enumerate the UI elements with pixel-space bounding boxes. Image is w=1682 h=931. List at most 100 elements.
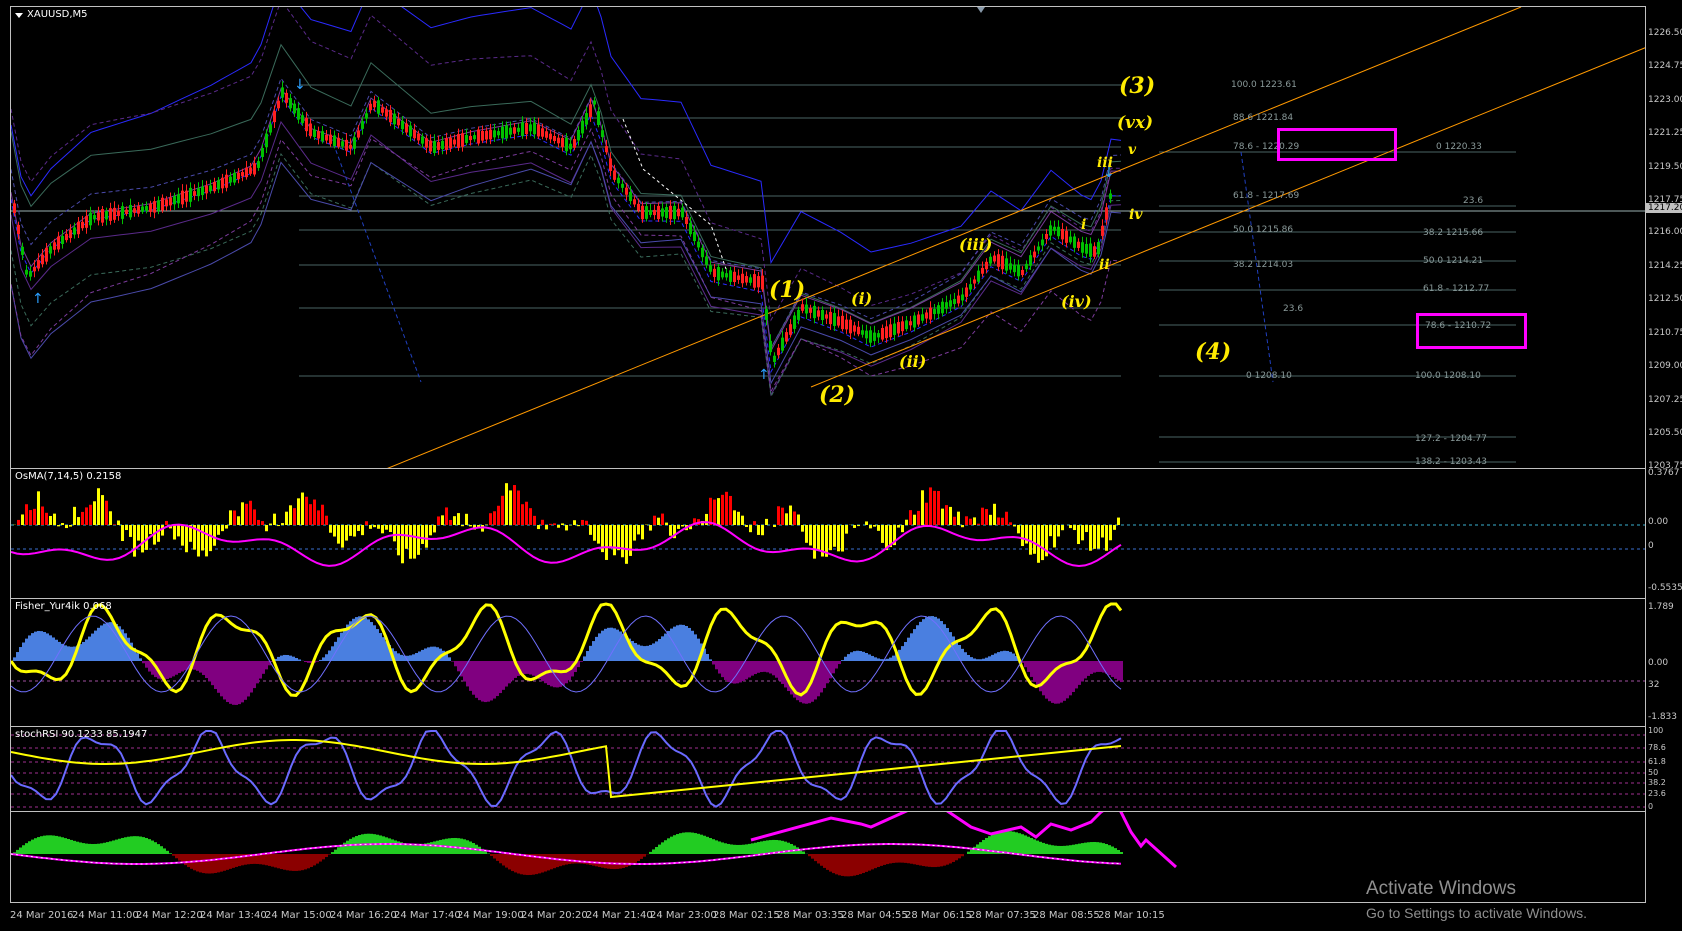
candle-body xyxy=(125,209,128,215)
histogram-bar xyxy=(1093,841,1096,854)
histogram-bar xyxy=(754,842,757,854)
histogram-bar xyxy=(1078,843,1081,854)
histogram-bar xyxy=(859,854,862,875)
fisher-bar xyxy=(766,661,769,673)
osma-bar xyxy=(1093,525,1096,549)
histogram-bar xyxy=(301,854,304,871)
fisher-bar xyxy=(175,661,178,675)
fisher-bar xyxy=(64,645,67,661)
candle-body xyxy=(981,267,984,274)
fractal-arrow-icon: ↑ xyxy=(32,291,44,307)
osma-bar xyxy=(1033,525,1036,554)
fisher-bar xyxy=(712,661,715,665)
fisher-bar xyxy=(1051,661,1054,703)
osma-bar xyxy=(1005,511,1008,525)
histogram-bar xyxy=(931,854,934,868)
candle-body xyxy=(549,133,552,140)
fib-left-100: 100.0 1223.61 xyxy=(1231,80,1297,90)
osma-bar xyxy=(809,525,812,546)
candle-body xyxy=(385,109,388,117)
fisher-bar xyxy=(430,646,433,661)
fisher-bar xyxy=(1036,661,1039,687)
osma-bar xyxy=(1097,525,1100,549)
osma-pane[interactable]: OsMA(7,14,5) 0.2158 xyxy=(10,468,1646,599)
histogram-bar xyxy=(217,854,220,873)
histogram-bar xyxy=(22,845,25,854)
candle-body xyxy=(61,235,64,245)
candle-body xyxy=(713,268,716,277)
osma-bar xyxy=(901,525,904,533)
stoch-tick: 0 xyxy=(1648,802,1654,811)
fisher-bar xyxy=(1069,661,1072,696)
time-tick: 28 Mar 08:55 xyxy=(1033,910,1100,921)
wave-label-4: (4) xyxy=(1195,339,1232,365)
symbol-dropdown-icon[interactable] xyxy=(15,13,23,18)
stochrsi-pane[interactable]: stochRSI 90.1233 85.1947 xyxy=(10,726,1646,812)
histogram-bar xyxy=(61,837,64,854)
histogram-bar xyxy=(748,843,751,854)
candle-body xyxy=(469,135,472,141)
fisher-bar xyxy=(238,661,241,705)
osma-bar xyxy=(1081,525,1084,541)
fisher-bar xyxy=(988,656,991,661)
current-price-tag: 1217.20 xyxy=(1646,203,1682,213)
osma-bar xyxy=(217,525,220,535)
histogram-bar xyxy=(568,854,571,865)
osma-bar xyxy=(397,525,400,556)
fib-left-236: 23.6 xyxy=(1283,304,1304,314)
fisher-bar xyxy=(1087,661,1090,676)
target-box-upper[interactable] xyxy=(1277,128,1397,161)
osma-bar xyxy=(829,525,832,551)
candle-body xyxy=(557,137,560,144)
osma-bar xyxy=(573,520,576,525)
fisher-bar xyxy=(865,653,868,661)
fisher-bar xyxy=(502,661,505,690)
dashed-trendline xyxy=(330,136,422,383)
histogram-bar xyxy=(1018,833,1021,854)
fisher-bar xyxy=(991,654,994,661)
histogram-bar xyxy=(937,854,940,867)
candle-body xyxy=(193,191,196,196)
target-box-lower[interactable] xyxy=(1416,313,1527,349)
candle-body xyxy=(365,113,368,119)
histogram-bar xyxy=(820,854,823,866)
histogram-bar xyxy=(496,854,499,861)
osma-bar xyxy=(609,525,612,549)
histogram-bar xyxy=(64,838,67,854)
fisher-bar xyxy=(901,646,904,661)
fisher-bar xyxy=(955,640,958,661)
osma-bar xyxy=(513,485,516,525)
histogram-bar xyxy=(724,843,727,854)
histogram-bar xyxy=(862,854,865,874)
osma-bar xyxy=(337,525,340,544)
candle-body xyxy=(893,323,896,335)
candle-body xyxy=(185,190,188,202)
candle-body xyxy=(233,172,236,183)
histogram-bar xyxy=(619,854,622,869)
candle-body xyxy=(453,139,456,145)
histogram-bar xyxy=(223,854,226,871)
candle-body xyxy=(201,186,204,196)
price-chart-pane[interactable]: ↑ ↓ ↑ ↓ XAUUSD,M5 (3) (vx) (1) (2) (4) (i) … xyxy=(10,6,1646,469)
fisher-bar xyxy=(229,661,232,704)
osma-bar xyxy=(469,525,472,527)
candle-body xyxy=(617,177,620,184)
fisher-bar xyxy=(583,656,586,661)
osma-bar xyxy=(353,525,356,537)
osma-bar xyxy=(125,525,128,531)
fisher-pane[interactable]: Fisher_Yur4ik 0.068 xyxy=(10,598,1646,727)
osma-bar xyxy=(349,525,352,536)
fisher-bar xyxy=(361,616,364,661)
fisher-bar xyxy=(295,657,298,661)
histogram-bar xyxy=(295,854,298,871)
fisher-bar xyxy=(478,661,481,701)
histogram-bar xyxy=(1096,842,1099,854)
histogram-bar xyxy=(46,835,49,854)
osma-bar xyxy=(209,525,212,552)
osma-bar xyxy=(1013,525,1016,527)
candle-body xyxy=(285,92,288,103)
fisher-bar xyxy=(550,661,553,687)
candle-body xyxy=(625,187,628,195)
histogram-bar xyxy=(139,836,142,854)
histogram-bar xyxy=(31,839,34,854)
